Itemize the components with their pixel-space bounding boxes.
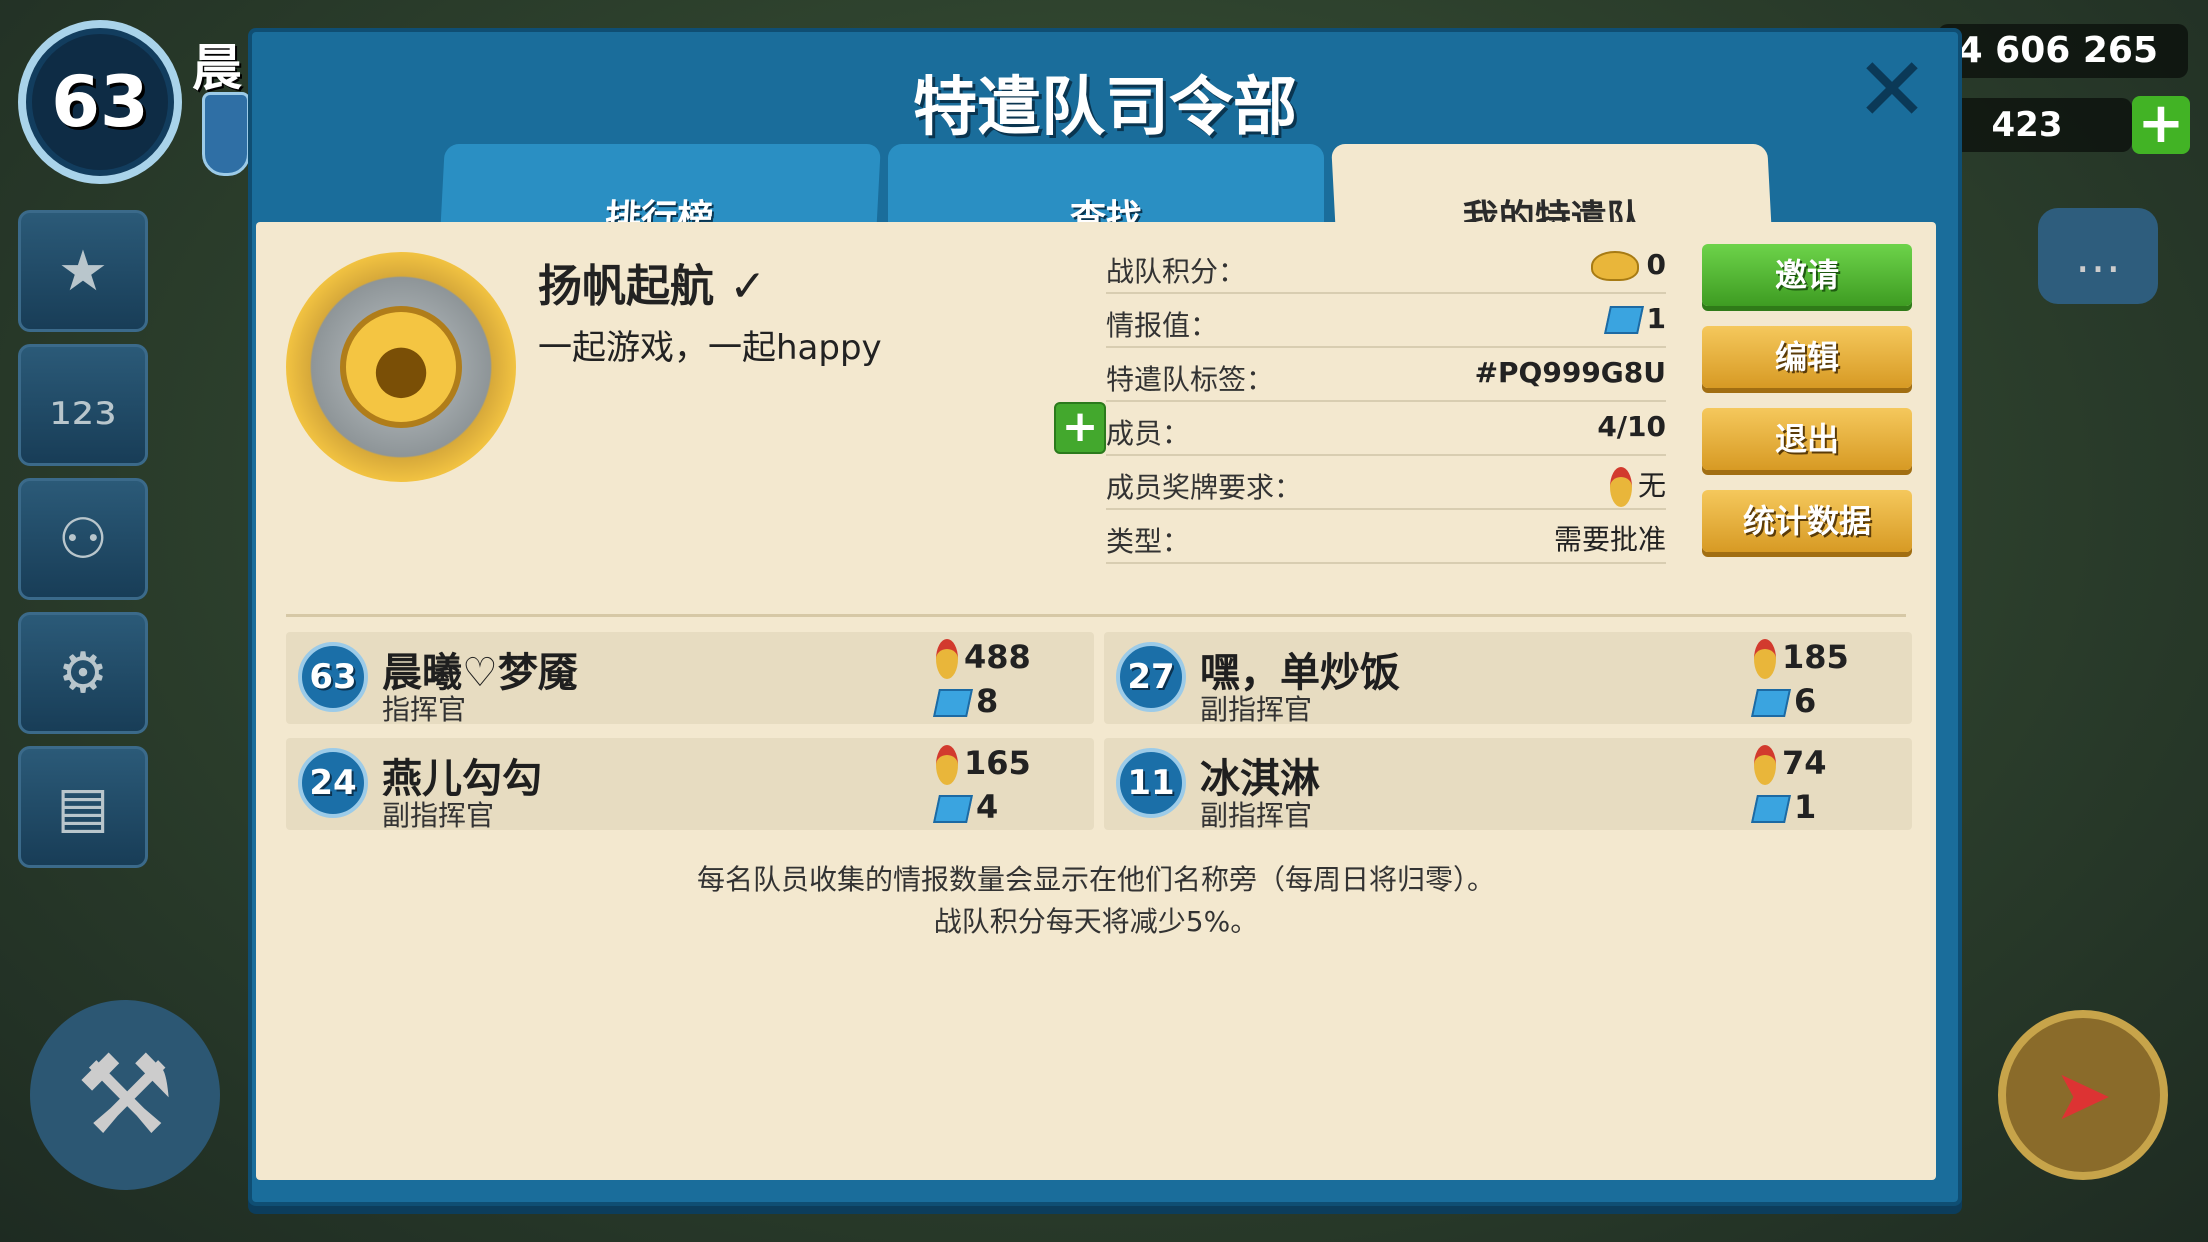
intel-icon [1603,306,1644,334]
stat-value: 无 [1609,464,1666,507]
stat-label: 战队积分： [1106,255,1247,288]
intel-icon [1751,689,1791,717]
member-intel: 8 [933,682,998,720]
settings-icon[interactable]: ⚙ [18,612,148,734]
member-medals: 74 [1754,744,1827,785]
stat-value: 0 [1590,248,1666,281]
stat-team-tag: 特遣队标签： #PQ999G8U [1106,352,1666,402]
medal-icon [1754,639,1776,679]
stat-intel: 情报值： 1 [1106,298,1666,348]
team-name-text: 扬帆起航 [538,261,714,312]
stat-label: 特遣队标签： [1106,363,1275,396]
footer-note-intel: 每名队员收集的情报数量会显示在他们名称旁（每周日将归零）。 [696,863,1495,896]
divider [286,614,1906,617]
player-name: 晨 [192,39,242,97]
member-medals: 185 [1754,638,1849,679]
team-emblem: ● [286,252,516,482]
member-card[interactable]: 27 嘿，单炒饭 副指挥官 185 6 [1104,632,1912,726]
leaderboard-icon[interactable]: ₁₂₃ [18,344,148,466]
member-role: 指挥官 [382,693,467,726]
member-card[interactable]: 11 冰淇淋 副指挥官 74 1 [1104,738,1912,832]
wing-icon [1590,251,1639,281]
member-medals: 488 [936,638,1031,679]
intel-icon [1751,795,1791,823]
stat-value: #PQ999G8U [1474,356,1666,389]
stat-type: 类型： 需要批准 [1106,514,1666,564]
footer-note-score: 战队积分每天将减少5%。 [933,905,1259,938]
chat-icon[interactable]: … [2038,208,2158,304]
member-intel: 1 [1751,788,1816,826]
taskforce-icon[interactable]: ⚇ [18,478,148,600]
member-level: 27 [1116,642,1186,712]
member-intel: 4 [933,788,998,826]
add-gems-button[interactable]: + [2132,96,2190,154]
bomb-icon: ● [340,306,462,428]
check-icon: ✓ [729,261,767,312]
team-description: 一起游戏，一起happy [538,328,882,368]
invite-button[interactable]: 邀请 [1702,244,1912,306]
member-role: 副指挥官 [382,799,495,832]
stat-medal-requirement: 成员奖牌要求： 无 [1106,460,1666,510]
news-icon[interactable]: ▤ [18,746,148,868]
stat-value: 1 [1603,302,1666,335]
medal-icon [1754,745,1776,785]
medal-icon [1609,467,1632,507]
member-role: 副指挥官 [1200,693,1313,726]
shield-icon[interactable] [202,92,250,176]
member-card[interactable]: 24 燕儿勾勾 副指挥官 165 4 [286,738,1094,832]
player-level-badge[interactable]: 63 [18,20,182,184]
member-intel: 6 [1751,682,1816,720]
intel-icon [933,795,973,823]
member-medals: 165 [936,744,1031,785]
close-icon[interactable]: ✕ [1852,46,1932,134]
member-card[interactable]: 63 晨曦♡梦魇 指挥官 488 8 [286,632,1094,726]
stat-label: 类型： [1106,525,1191,558]
player-level: 63 [51,61,149,143]
add-member-button[interactable]: + [1054,402,1106,454]
intel-icon [933,689,973,717]
compass-icon[interactable]: ➤ [1998,1010,2168,1180]
stat-members: 成员： 4/10 [1106,406,1666,456]
stat-label: 成员奖牌要求： [1106,471,1303,504]
member-level: 63 [298,642,368,712]
my-taskforce-panel: ● 扬帆起航 ✓ 一起游戏，一起happy 战队积分： 0 情报值： 1 特遣队… [256,222,1936,1180]
medal-icon [936,639,958,679]
hammer-icon[interactable]: ⚒ [30,1000,220,1190]
star-icon[interactable]: ★ [18,210,148,332]
stat-team-score: 战队积分： 0 [1106,244,1666,294]
stat-value: 需要批准 [1553,523,1666,556]
leave-button[interactable]: 退出 [1702,408,1912,470]
stat-label: 情报值： [1106,309,1219,342]
stat-value: 4/10 [1597,410,1666,443]
taskforce-hq-dialog: 特遣队司令部 ✕ 排行榜 查找 我的特遣队 ● 扬帆起航 ✓ 一起游戏，一起ha… [248,28,1962,1206]
resource-counter: 4 606 265 [1938,24,2188,78]
team-name: 扬帆起航 ✓ [538,250,766,314]
stat-label: 成员： [1106,417,1191,450]
member-level: 11 [1116,748,1186,818]
edit-button[interactable]: 编辑 [1702,326,1912,388]
member-level: 24 [298,748,368,818]
member-role: 副指挥官 [1200,799,1313,832]
dialog-title: 特遣队司令部 [913,71,1297,145]
medal-icon [936,745,958,785]
statistics-button[interactable]: 统计数据 [1702,490,1912,552]
